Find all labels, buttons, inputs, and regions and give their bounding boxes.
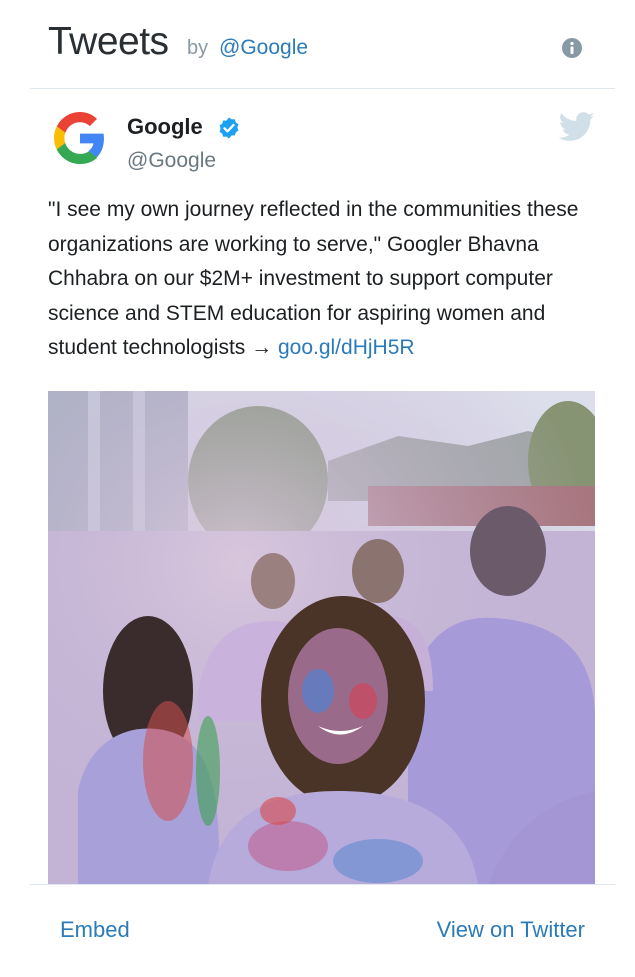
- embed-link[interactable]: Embed: [60, 917, 130, 943]
- tweet-body: "I see my own journey reflected in the c…: [48, 198, 585, 359]
- tweet-link[interactable]: goo.gl/dHjH5R: [278, 336, 415, 359]
- tweet-author-block: Google @Google: [54, 112, 604, 172]
- view-on-twitter-link[interactable]: View on Twitter: [437, 917, 585, 943]
- timeline-by-label: by: [187, 37, 209, 59]
- info-icon[interactable]: [561, 37, 583, 59]
- tweet-photo[interactable]: [48, 391, 595, 885]
- timeline-title: Tweets: [48, 20, 169, 63]
- timeline-header: Tweets by @Google: [30, 0, 615, 89]
- widget-footer: Embed View on Twitter: [30, 884, 615, 977]
- verified-badge-icon: [219, 117, 239, 139]
- author-name[interactable]: Google: [127, 114, 203, 140]
- twitter-bird-icon[interactable]: [559, 112, 595, 142]
- timeline-handle-link[interactable]: @Google: [219, 36, 308, 60]
- tweet-text: "I see my own journey reflected in the c…: [48, 193, 608, 366]
- author-handle[interactable]: @Google: [127, 149, 216, 173]
- google-logo-icon[interactable]: [54, 112, 106, 164]
